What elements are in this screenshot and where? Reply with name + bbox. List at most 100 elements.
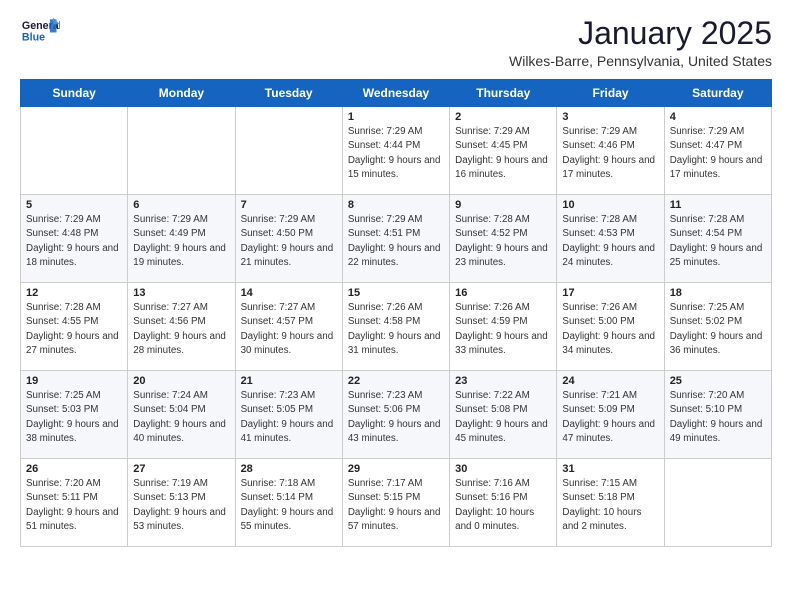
day-info: Sunrise: 7:26 AM Sunset: 5:00 PM Dayligh… [562,301,658,358]
calendar-cell: 9 Sunrise: 7:28 AM Sunset: 4:52 PM Daylig… [450,195,557,283]
calendar-cell: 12 Sunrise: 7:28 AM Sunset: 4:55 PM Dayli… [21,283,128,371]
day-info: Sunrise: 7:25 AM Sunset: 5:03 PM Dayligh… [26,389,122,446]
col-saturday: Saturday [664,80,771,107]
day-info: Sunrise: 7:26 AM Sunset: 4:58 PM Dayligh… [348,301,444,358]
page: General Blue January 2025 Wilkes-Barre, … [0,0,792,612]
day-info: Sunrise: 7:21 AM Sunset: 5:09 PM Dayligh… [562,389,658,446]
calendar-cell: 6 Sunrise: 7:29 AM Sunset: 4:49 PM Daylig… [128,195,235,283]
day-number: 27 [133,463,229,475]
calendar-cell: 20Sunrise: 7:24 AM Sunset: 5:04 PM Dayli… [128,371,235,459]
calendar-cell: 31Sunrise: 7:15 AM Sunset: 5:18 PM Dayli… [557,459,664,547]
col-friday: Friday [557,80,664,107]
calendar-cell: 26 Sunrise: 7:20 AM Sunset: 5:11 PM Dayli… [21,459,128,547]
day-number: 24 [562,375,658,387]
day-number: 25 [670,375,766,387]
day-number: 15 [348,287,444,299]
col-tuesday: Tuesday [235,80,342,107]
calendar-cell: 24 Sunrise: 7:21 AM Sunset: 5:09 PM Dayli… [557,371,664,459]
day-number: 28 [241,463,337,475]
day-info: Sunrise: 7:25 AM Sunset: 5:02 PM Dayligh… [670,301,766,358]
calendar-cell: 14Sunrise: 7:27 AM Sunset: 4:57 PM Dayli… [235,283,342,371]
day-info: Sunrise: 7:29 AM Sunset: 4:49 PM Dayligh… [133,213,229,270]
location-title: Wilkes-Barre, Pennsylvania, United State… [509,53,772,69]
day-number: 23 [455,375,551,387]
day-number: 1 [348,111,444,123]
day-info: Sunrise: 7:29 AM Sunset: 4:50 PM Dayligh… [241,213,337,270]
day-number: 10 [562,199,658,211]
day-info: Sunrise: 7:27 AM Sunset: 4:57 PM Dayligh… [241,301,337,358]
day-number: 2 [455,111,551,123]
day-info: Sunrise: 7:20 AM Sunset: 5:11 PM Dayligh… [26,477,122,534]
day-number: 9 [455,199,551,211]
day-info: Sunrise: 7:18 AM Sunset: 5:14 PM Dayligh… [241,477,337,534]
calendar-cell: 8Sunrise: 7:29 AM Sunset: 4:51 PM Daylig… [342,195,449,283]
day-number: 18 [670,287,766,299]
day-number: 7 [241,199,337,211]
calendar-cell: 7 Sunrise: 7:29 AM Sunset: 4:50 PM Daylig… [235,195,342,283]
day-number: 12 [26,287,122,299]
col-thursday: Thursday [450,80,557,107]
day-info: Sunrise: 7:29 AM Sunset: 4:44 PM Dayligh… [348,125,444,182]
calendar-week-3: 12 Sunrise: 7:28 AM Sunset: 4:55 PM Dayli… [21,283,772,371]
calendar-cell: 17 Sunrise: 7:26 AM Sunset: 5:00 PM Dayli… [557,283,664,371]
calendar-cell: 21 Sunrise: 7:23 AM Sunset: 5:05 PM Dayli… [235,371,342,459]
calendar-cell: 23Sunrise: 7:22 AM Sunset: 5:08 PM Dayli… [450,371,557,459]
day-info: Sunrise: 7:28 AM Sunset: 4:53 PM Dayligh… [562,213,658,270]
day-number: 6 [133,199,229,211]
day-number: 19 [26,375,122,387]
calendar-cell: 27Sunrise: 7:19 AM Sunset: 5:13 PM Dayli… [128,459,235,547]
calendar-cell [664,459,771,547]
day-number: 21 [241,375,337,387]
calendar-cell [235,107,342,195]
day-number: 13 [133,287,229,299]
calendar-cell: 28 Sunrise: 7:18 AM Sunset: 5:14 PM Dayli… [235,459,342,547]
col-wednesday: Wednesday [342,80,449,107]
header: General Blue January 2025 Wilkes-Barre, … [20,16,772,69]
calendar-cell: 29 Sunrise: 7:17 AM Sunset: 5:15 PM Dayli… [342,459,449,547]
calendar-cell: 5 Sunrise: 7:29 AM Sunset: 4:48 PM Daylig… [21,195,128,283]
calendar: Sunday Monday Tuesday Wednesday Thursday… [20,79,772,547]
calendar-cell: 18 Sunrise: 7:25 AM Sunset: 5:02 PM Dayli… [664,283,771,371]
day-info: Sunrise: 7:29 AM Sunset: 4:45 PM Dayligh… [455,125,551,182]
day-number: 22 [348,375,444,387]
col-monday: Monday [128,80,235,107]
day-number: 29 [348,463,444,475]
month-title: January 2025 [509,16,772,51]
calendar-cell: 25 Sunrise: 7:20 AM Sunset: 5:10 PM Dayli… [664,371,771,459]
day-number: 11 [670,199,766,211]
calendar-week-2: 5 Sunrise: 7:29 AM Sunset: 4:48 PM Daylig… [21,195,772,283]
calendar-header-row: Sunday Monday Tuesday Wednesday Thursday… [21,80,772,107]
calendar-cell [21,107,128,195]
day-info: Sunrise: 7:28 AM Sunset: 4:55 PM Dayligh… [26,301,122,358]
day-number: 4 [670,111,766,123]
day-number: 16 [455,287,551,299]
calendar-cell: 16Sunrise: 7:26 AM Sunset: 4:59 PM Dayli… [450,283,557,371]
day-info: Sunrise: 7:17 AM Sunset: 5:15 PM Dayligh… [348,477,444,534]
day-info: Sunrise: 7:29 AM Sunset: 4:46 PM Dayligh… [562,125,658,182]
logo: General Blue [20,16,60,46]
title-block: January 2025 Wilkes-Barre, Pennsylvania,… [509,16,772,69]
day-info: Sunrise: 7:29 AM Sunset: 4:47 PM Dayligh… [670,125,766,182]
calendar-cell: 10 Sunrise: 7:28 AM Sunset: 4:53 PM Dayli… [557,195,664,283]
day-number: 17 [562,287,658,299]
calendar-cell: 3Sunrise: 7:29 AM Sunset: 4:46 PM Daylig… [557,107,664,195]
calendar-cell: 4 Sunrise: 7:29 AM Sunset: 4:47 PM Daylig… [664,107,771,195]
day-number: 20 [133,375,229,387]
calendar-week-1: 1 Sunrise: 7:29 AM Sunset: 4:44 PM Daylig… [21,107,772,195]
day-info: Sunrise: 7:28 AM Sunset: 4:54 PM Dayligh… [670,213,766,270]
day-number: 8 [348,199,444,211]
calendar-cell: 2 Sunrise: 7:29 AM Sunset: 4:45 PM Daylig… [450,107,557,195]
calendar-cell: 30Sunrise: 7:16 AM Sunset: 5:16 PM Dayli… [450,459,557,547]
col-sunday: Sunday [21,80,128,107]
day-info: Sunrise: 7:29 AM Sunset: 4:48 PM Dayligh… [26,213,122,270]
day-number: 5 [26,199,122,211]
calendar-week-4: 19 Sunrise: 7:25 AM Sunset: 5:03 PM Dayli… [21,371,772,459]
calendar-cell: 1 Sunrise: 7:29 AM Sunset: 4:44 PM Daylig… [342,107,449,195]
day-number: 31 [562,463,658,475]
calendar-cell: 13Sunrise: 7:27 AM Sunset: 4:56 PM Dayli… [128,283,235,371]
logo-svg: General Blue [20,16,60,44]
day-info: Sunrise: 7:28 AM Sunset: 4:52 PM Dayligh… [455,213,551,270]
day-info: Sunrise: 7:23 AM Sunset: 5:05 PM Dayligh… [241,389,337,446]
day-info: Sunrise: 7:20 AM Sunset: 5:10 PM Dayligh… [670,389,766,446]
day-number: 26 [26,463,122,475]
